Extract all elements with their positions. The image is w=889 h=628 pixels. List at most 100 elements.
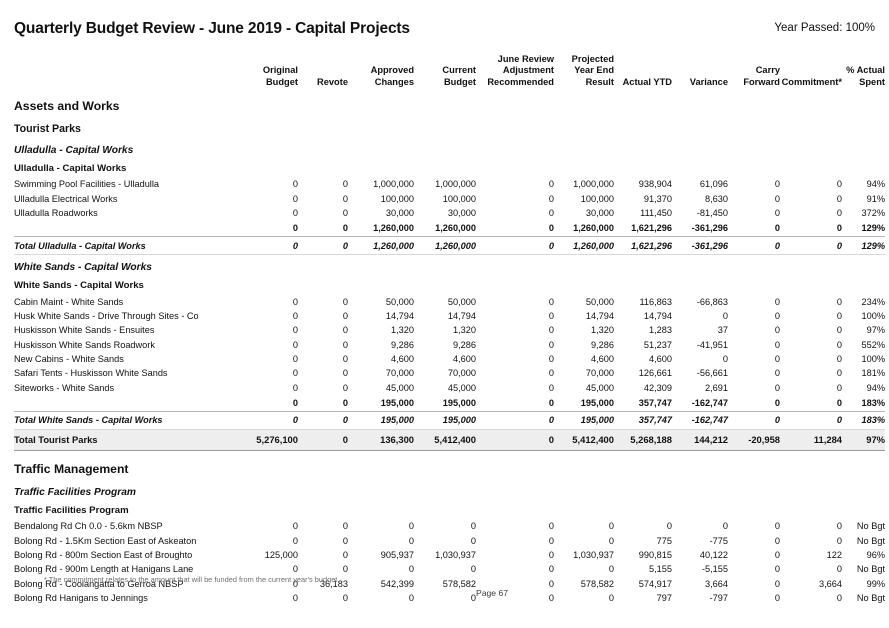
cell-approved-changes: 45,000: [385, 382, 414, 393]
row-label: Assets and Works: [14, 99, 120, 114]
cell-approved-changes: 50,000: [385, 296, 414, 307]
cell-projected-year-end: 1,030,937: [573, 549, 614, 560]
cell-percent-actual-spent: No Bgt: [856, 535, 885, 546]
cell-actual-ytd: 1,621,296: [614, 236, 672, 256]
cell-percent-actual-spent: 94%: [866, 179, 885, 190]
cell-current-budget: 100,000: [442, 193, 476, 204]
table-row: Cabin Maint - White Sands 0 0 50,000 50,000 0…: [14, 294, 885, 308]
subgroup-heading-row: White Sands - Capital Works: [14, 276, 885, 294]
cell-approved-changes: 1,320: [391, 325, 414, 336]
cell-actual-ytd: 42,309: [643, 382, 672, 393]
cell-variance: -775: [709, 535, 728, 546]
table-body: Assets and Works Tourist Parks Ulladulla -…: [14, 88, 885, 605]
cell-carry-forward: -20,958: [728, 428, 780, 451]
row-label: Tourist Parks: [14, 123, 81, 136]
table-row: Bolong Rd - 800m Section East of Brought…: [14, 548, 885, 562]
cell-june-review: 0: [548, 521, 554, 532]
cell-approved-changes: 0: [408, 564, 414, 575]
cell-approved-changes: [348, 480, 414, 501]
cell-projected-year-end: 100,000: [580, 193, 614, 204]
table-row: Siteworks - White Sands 0 0 45,000 45,000 0 45…: [14, 381, 885, 395]
cell-carry-forward: [728, 450, 780, 480]
cell-variance: [672, 276, 728, 294]
group-heading-row: Ulladulla - Capital Works: [14, 138, 885, 159]
cell-june-review: 0: [548, 223, 554, 234]
cell-projected-year-end: 70,000: [585, 368, 614, 379]
cell-approved-changes: [348, 159, 414, 177]
cell-approved-changes: 905,937: [380, 549, 414, 560]
cell-commitment: [780, 88, 842, 117]
cell-projected-year-end: 45,000: [585, 382, 614, 393]
cell-current-budget: [414, 501, 476, 519]
cell-percent-actual-spent: [842, 159, 885, 177]
row-label: Total White Sands - Capital Works: [14, 410, 236, 430]
cell-original-budget: 0: [236, 410, 298, 430]
cell-actual-ytd: 775: [656, 535, 672, 546]
cell-commitment: 0: [836, 368, 842, 379]
cell-projected-year-end: 14,794: [585, 310, 614, 321]
cell-commitment: 0: [836, 564, 842, 575]
cell-carry-forward: 0: [774, 208, 780, 219]
cell-percent-actual-spent: 94%: [866, 382, 885, 393]
cell-actual-ytd: [614, 501, 672, 519]
cell-june-review: 0: [476, 236, 554, 256]
cell-actual-ytd: [614, 159, 672, 177]
cell-variance: -41,951: [696, 339, 728, 350]
grand-total-row: Total Tourist Parks 5,276,100 0 136,300 5,41…: [14, 428, 885, 451]
cell-carry-forward: 0: [774, 549, 780, 560]
column-header-june-review: June Review Adjustment Recommended: [487, 54, 554, 87]
cell-projected-year-end: 4,600: [591, 354, 614, 365]
cell-commitment: 0: [836, 296, 842, 307]
cell-carry-forward: 0: [728, 236, 780, 256]
column-header-projected-year-end: Projected Year End Result: [571, 54, 614, 87]
cell-current-budget: 50,000: [447, 296, 476, 307]
column-header-actual-ytd: Actual YTD: [622, 76, 672, 87]
cell-percent-actual-spent: 234%: [861, 296, 886, 307]
cell-percent-actual-spent: [842, 480, 885, 501]
cell-variance: 40,122: [699, 549, 728, 560]
cell-actual-ytd: [614, 255, 672, 277]
cell-revote: [298, 276, 348, 294]
title-row: Quarterly Budget Review - June 2019 - Ca…: [14, 0, 875, 54]
cell-projected-year-end: 1,320: [591, 325, 614, 336]
cell-carry-forward: [728, 159, 780, 177]
cell-variance: [672, 159, 728, 177]
row-label: Ulladulla Electrical Works: [14, 193, 118, 204]
row-label: Ulladulla - Capital Works: [14, 145, 134, 157]
cell-approved-changes: [348, 255, 414, 277]
cell-revote: 0: [298, 428, 348, 451]
cell-actual-ytd: 91,370: [643, 193, 672, 204]
cell-actual-ytd: 0: [666, 521, 672, 532]
cell-variance: 0: [722, 354, 728, 365]
cell-original-budget: [236, 88, 298, 117]
cell-carry-forward: 0: [774, 296, 780, 307]
cell-variance: [672, 117, 728, 138]
cell-projected-year-end: 0: [608, 564, 614, 575]
cell-june-review: 0: [548, 397, 554, 408]
cell-percent-actual-spent: 100%: [861, 310, 886, 321]
table-row: Bolong Rd - 1.5Km Section East of Askeat…: [14, 533, 885, 547]
cell-commitment: [780, 276, 842, 294]
table-row: Bendalong Rd Ch 0.0 - 5.6km NBSP 0 0 0 0 0 0 0 0…: [14, 519, 885, 533]
cell-carry-forward: 0: [774, 310, 780, 321]
cell-percent-actual-spent: [842, 138, 885, 159]
cell-current-budget: 9,286: [453, 339, 476, 350]
cell-june-review: [476, 480, 554, 501]
cell-percent-actual-spent: 181%: [861, 368, 886, 379]
cell-june-review: 0: [548, 564, 554, 575]
cell-actual-ytd: [614, 138, 672, 159]
cell-current-budget: [414, 117, 476, 138]
total-row: Total White Sands - Capital Works 0 0 195,0…: [14, 410, 885, 430]
cell-variance: 0: [722, 310, 728, 321]
row-label: New Cabins - White Sands: [14, 354, 124, 365]
cell-revote: [298, 138, 348, 159]
cell-carry-forward: 0: [774, 397, 780, 408]
table-row: New Cabins - White Sands 0 0 4,600 4,600 0 4,6…: [14, 352, 885, 366]
cell-percent-actual-spent: [842, 117, 885, 138]
cell-revote: 0: [342, 354, 348, 365]
column-header-current-budget: Current Budget: [442, 65, 476, 87]
department-heading-row: Traffic Management: [14, 450, 885, 480]
cell-original-budget: [236, 159, 298, 177]
cell-approved-changes: 100,000: [380, 193, 414, 204]
cell-commitment: [780, 501, 842, 519]
